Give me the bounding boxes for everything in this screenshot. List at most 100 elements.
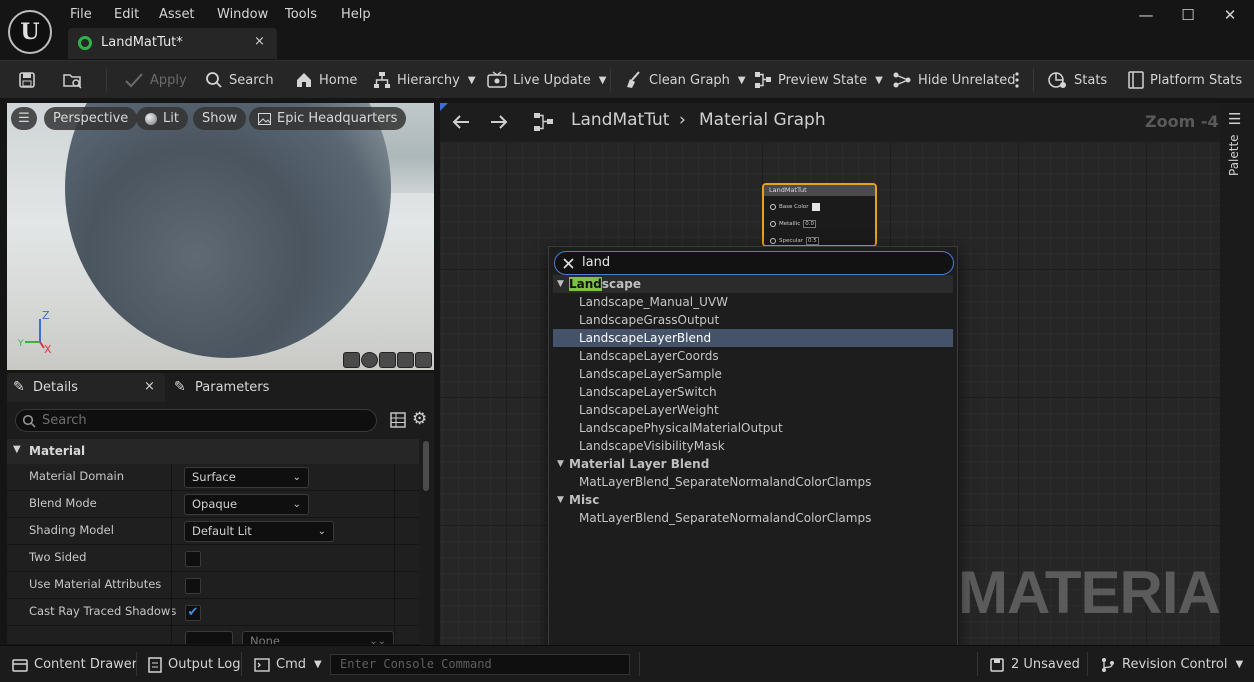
menu-window[interactable]: Window <box>217 6 268 24</box>
save-button[interactable] <box>18 61 36 99</box>
cmd-dropdown[interactable]: Cmd ▼ <box>254 646 322 682</box>
search-button[interactable]: Search <box>205 61 274 99</box>
chevron-down-icon: ▼ <box>1235 659 1244 670</box>
property-name: Blend Mode <box>29 496 97 510</box>
search-value: land <box>582 255 611 270</box>
list-item[interactable]: LandscapePhysicalMaterialOutput <box>553 419 953 437</box>
tab-details[interactable]: ✎ Details × <box>7 373 165 402</box>
palette-sidebar: ☰ <box>1220 103 1254 645</box>
list-item[interactable]: Landscape_Manual_UVW <box>553 293 953 311</box>
details-scrollbar[interactable] <box>423 441 429 491</box>
node-pin-specular[interactable]: Specular 0.5 <box>770 236 819 245</box>
details-search-input[interactable]: Search <box>15 409 377 432</box>
lit-button[interactable]: Lit <box>136 107 188 130</box>
node-pin-metallic[interactable]: Metallic 0.0 <box>770 219 817 229</box>
clear-search-icon[interactable] <box>563 258 574 269</box>
home-button[interactable]: Home <box>295 61 357 99</box>
category-material-layer-blend[interactable]: ▼ Material Layer Blend <box>553 455 953 473</box>
perspective-button[interactable]: Perspective <box>44 107 138 130</box>
list-item[interactable]: LandscapeLayerWeight <box>553 401 953 419</box>
revision-control-button[interactable]: Revision Control ▼ <box>1100 646 1243 682</box>
hierarchy-icon <box>374 72 390 88</box>
pin-label: Metallic <box>779 221 801 227</box>
hide-unrelated-button[interactable]: Hide Unrelated <box>892 61 1016 99</box>
graph-watermark: MATERIAL <box>958 559 1254 626</box>
console-input[interactable]: Enter Console Command <box>330 654 630 675</box>
list-item[interactable]: LandscapeVisibilityMask <box>553 437 953 455</box>
sphere-preview-icon[interactable] <box>361 352 378 368</box>
parameters-icon: ✎ <box>174 379 186 395</box>
list-item[interactable]: MatLayerBlend_SeparateNormalandColorClam… <box>553 473 953 491</box>
close-tab-icon[interactable]: × <box>254 34 265 49</box>
list-item[interactable]: LandscapeLayerCoords <box>553 347 953 365</box>
list-item[interactable]: MatLayerBlend_SeparateNormalandColorClam… <box>553 509 953 527</box>
cast-ray-traced-shadows-checkbox[interactable]: ✔ <box>185 605 201 621</box>
output-log-button[interactable]: Output Log <box>148 646 241 682</box>
viewport-menu-button[interactable]: ☰ <box>11 107 37 130</box>
tab-parameters[interactable]: ✎ Parameters <box>172 373 292 402</box>
clean-graph-button[interactable]: Clean Graph ▼ <box>625 61 746 99</box>
browse-button[interactable] <box>62 61 84 99</box>
numeric-field[interactable] <box>185 631 233 644</box>
unsaved-button[interactable]: 2 Unsaved <box>989 646 1080 682</box>
use-material-attributes-checkbox[interactable] <box>185 578 201 594</box>
settings-gear-icon[interactable]: ⚙ <box>412 409 427 429</box>
breadcrumb-root[interactable]: LandMatTut <box>571 110 669 130</box>
cube-preview-icon[interactable] <box>397 352 414 368</box>
plane-preview-icon[interactable] <box>379 352 396 368</box>
close-tab-icon[interactable]: × <box>144 379 155 394</box>
close-window-button[interactable]: ✕ <box>1221 6 1239 24</box>
back-arrow-icon[interactable] <box>451 113 471 131</box>
pin-icon <box>770 238 776 244</box>
forward-arrow-icon[interactable] <box>489 113 509 131</box>
menu-tools[interactable]: Tools <box>285 6 317 24</box>
pin-value[interactable]: 0.5 <box>806 237 819 245</box>
unreal-logo-icon[interactable]: U <box>8 10 52 54</box>
color-swatch[interactable] <box>811 203 820 211</box>
material-result-node[interactable]: LandMatTut Base Color Metallic 0.0 Specu… <box>762 183 877 247</box>
cylinder-preview-icon[interactable] <box>343 352 360 368</box>
pin-value[interactable]: 0.0 <box>803 220 817 228</box>
apply-check-icon <box>125 73 143 88</box>
two-sided-checkbox[interactable] <box>185 551 201 567</box>
menu-help[interactable]: Help <box>341 6 371 24</box>
minimize-button[interactable]: — <box>1137 6 1155 24</box>
menu-file[interactable]: File <box>70 6 92 24</box>
maximize-button[interactable]: ☐ <box>1179 6 1197 24</box>
list-item[interactable]: LandscapeLayerSwitch <box>553 383 953 401</box>
node-pin-base-color[interactable]: Base Color <box>770 202 820 212</box>
menu-edit[interactable]: Edit <box>114 6 139 24</box>
content-drawer-button[interactable]: Content Drawer <box>12 646 137 682</box>
material-domain-dropdown[interactable]: Surface ⌄ <box>184 467 309 488</box>
partial-dropdown[interactable]: None ⌄⌄ <box>242 631 394 644</box>
palette-list-icon[interactable]: ☰ <box>1228 110 1241 128</box>
shading-model-dropdown[interactable]: Default Lit ⌄ <box>184 521 334 542</box>
preview-state-button[interactable]: Preview State ▼ <box>754 61 883 99</box>
preview-viewport[interactable]: ☰ Perspective Lit Show Epic Headquarters… <box>7 103 434 370</box>
list-item-selected[interactable]: LandscapeLayerBlend <box>553 329 953 347</box>
platform-stats-button[interactable]: Platform Stats <box>1128 61 1242 99</box>
palette-tab[interactable]: Palette <box>1227 134 1241 176</box>
menu-asset[interactable]: Asset <box>159 6 195 24</box>
asset-tab[interactable]: LandMatTut* × <box>68 28 277 59</box>
node-search-input[interactable]: land <box>554 251 954 275</box>
list-item[interactable]: LandscapeGrassOutput <box>553 311 953 329</box>
category-landscape[interactable]: ▼ Landscape <box>553 275 953 293</box>
apply-button[interactable]: Apply <box>124 61 187 99</box>
live-update-button[interactable]: Live Update ▼ <box>487 61 606 99</box>
breadcrumb-leaf[interactable]: Material Graph <box>699 110 826 130</box>
show-button[interactable]: Show <box>193 107 247 130</box>
table-view-icon[interactable] <box>390 412 406 428</box>
environment-button[interactable]: Epic Headquarters <box>249 107 407 130</box>
material-category-header[interactable]: ▼ Material <box>7 439 419 464</box>
blend-mode-dropdown[interactable]: Opaque ⌄ <box>184 494 309 515</box>
more-options-button[interactable] <box>1014 61 1020 99</box>
graph-hierarchy-icon[interactable] <box>533 112 555 132</box>
stats-button[interactable]: Stats <box>1048 61 1107 99</box>
category-misc[interactable]: ▼ Misc <box>553 491 953 509</box>
list-item[interactable]: LandscapeLayerSample <box>553 365 953 383</box>
collapse-arrow-icon: ▼ <box>557 459 564 469</box>
hierarchy-button[interactable]: Hierarchy ▼ <box>373 61 476 99</box>
hierarchy-label: Hierarchy <box>397 72 460 88</box>
teapot-preview-icon[interactable] <box>415 352 432 368</box>
